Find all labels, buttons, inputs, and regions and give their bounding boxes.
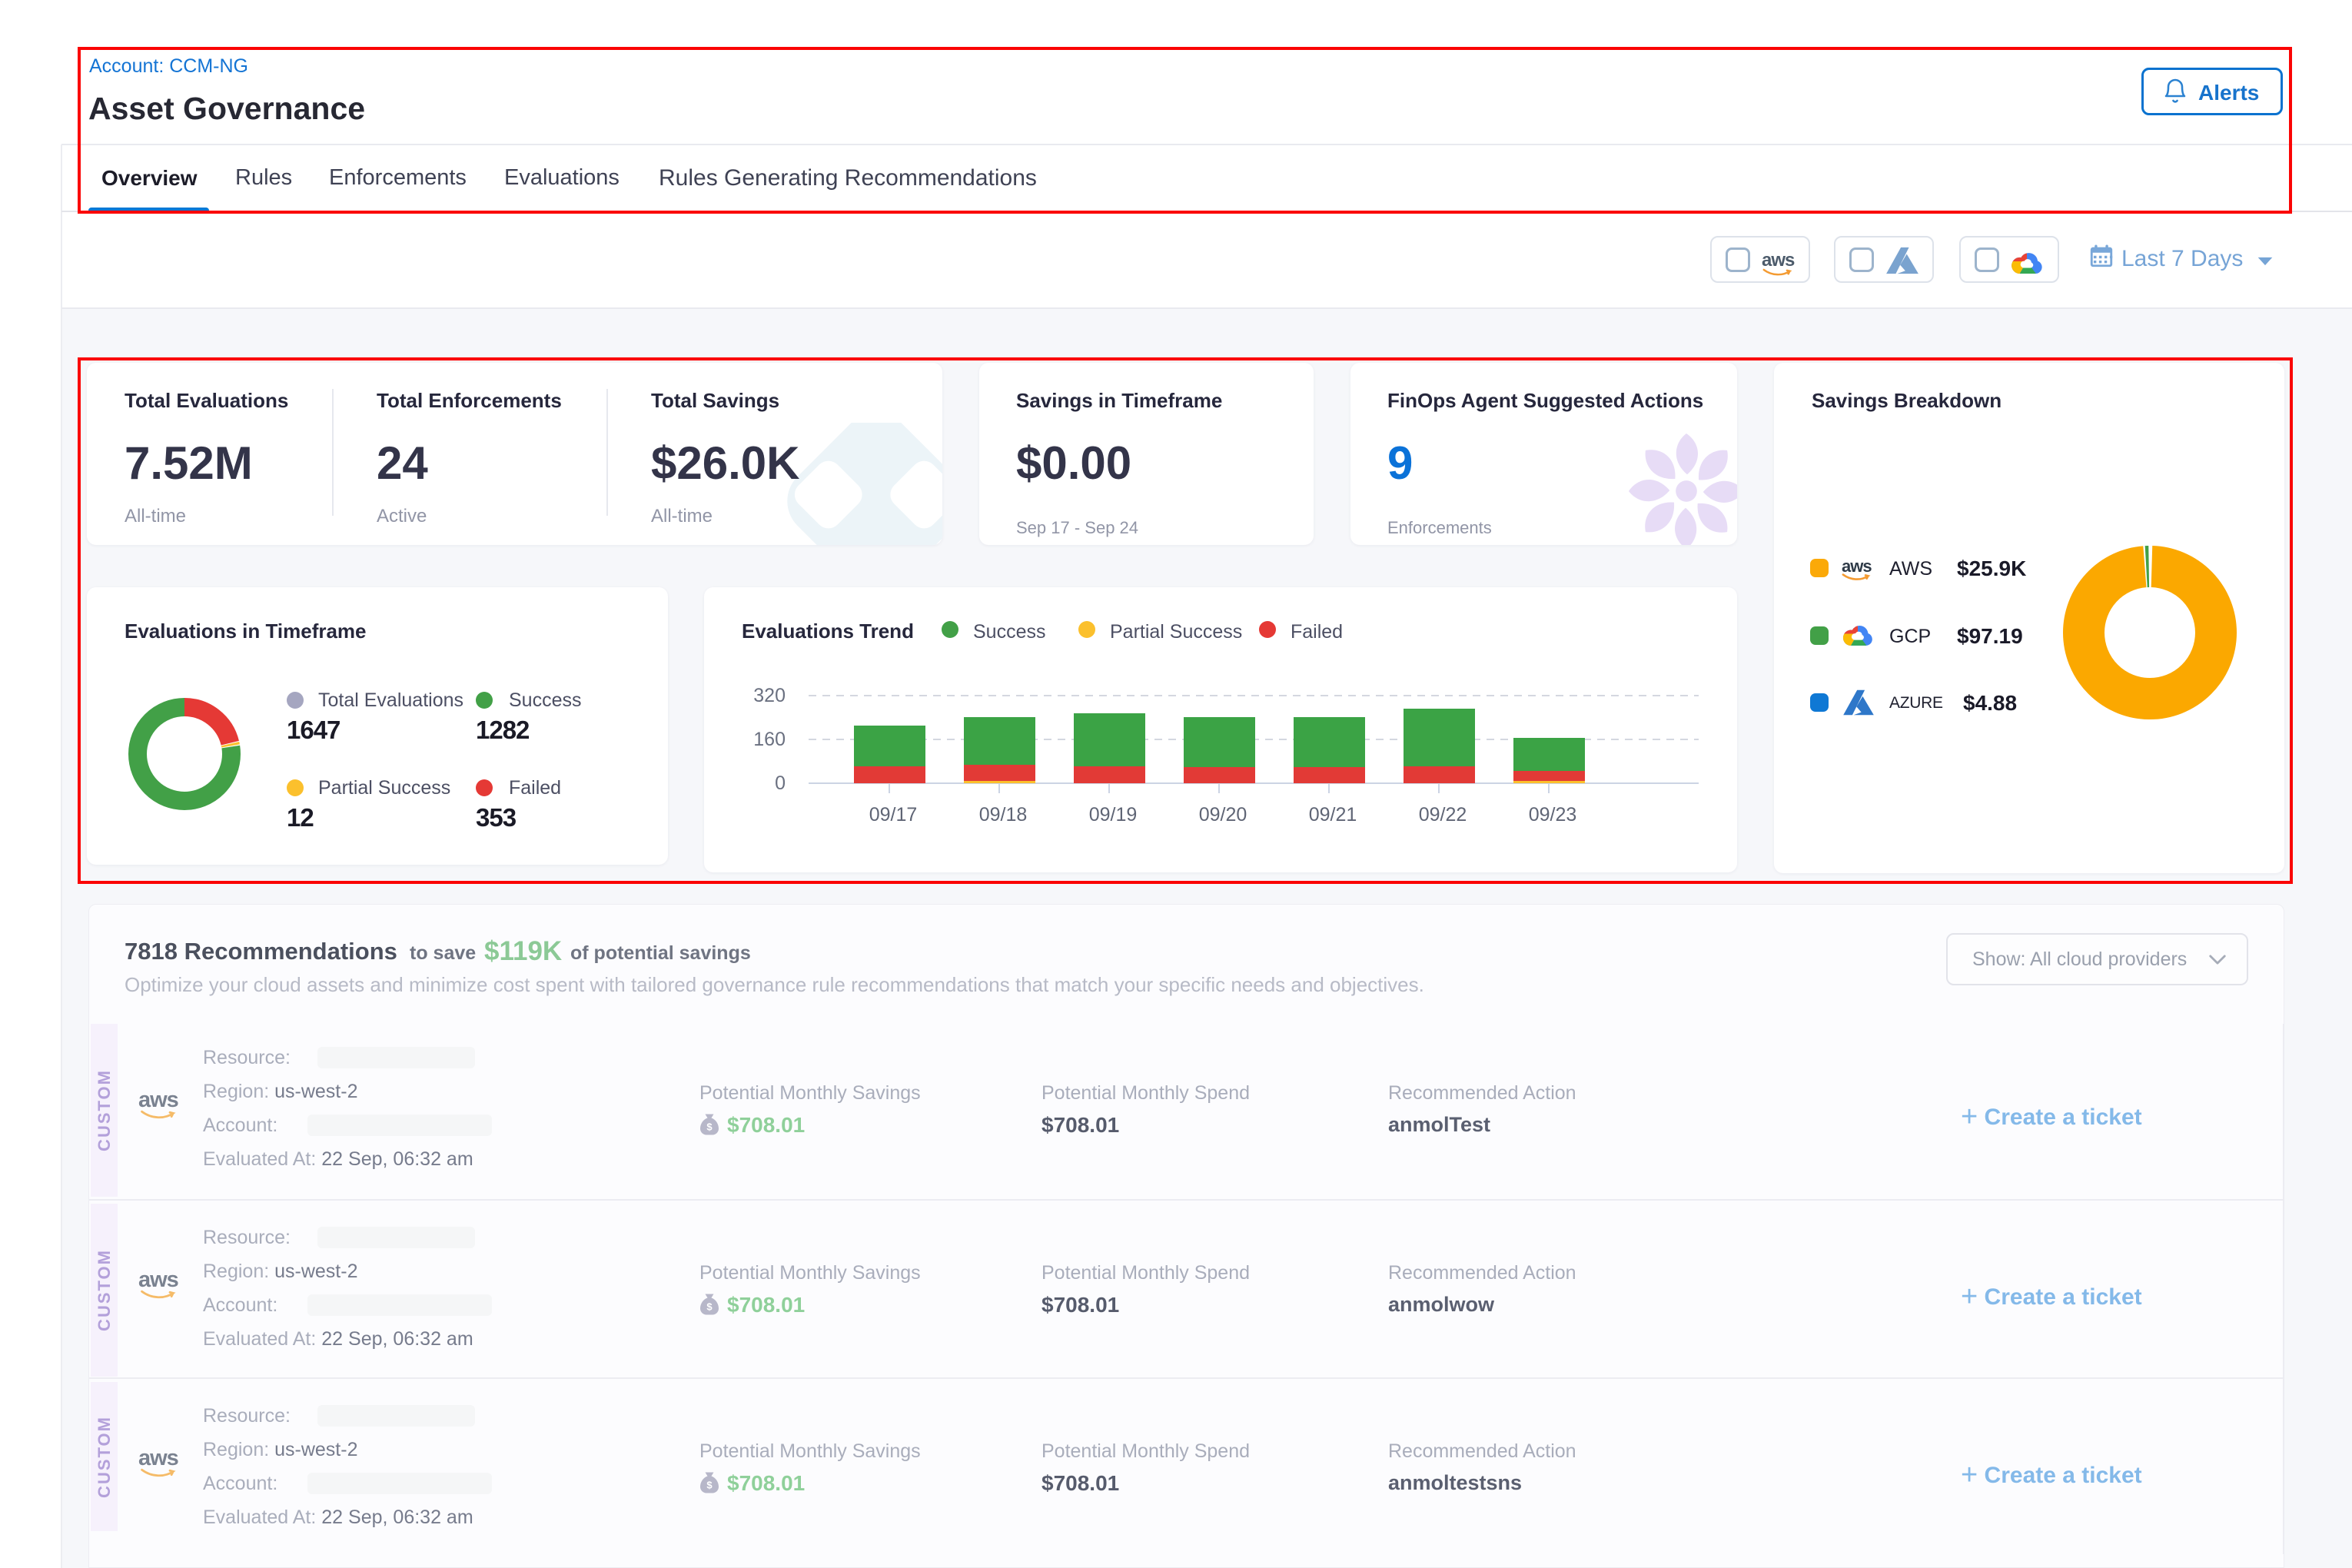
svg-text:$: $ <box>706 1480 713 1491</box>
svg-text:$: $ <box>706 1301 713 1313</box>
svg-text:$: $ <box>706 1121 713 1133</box>
